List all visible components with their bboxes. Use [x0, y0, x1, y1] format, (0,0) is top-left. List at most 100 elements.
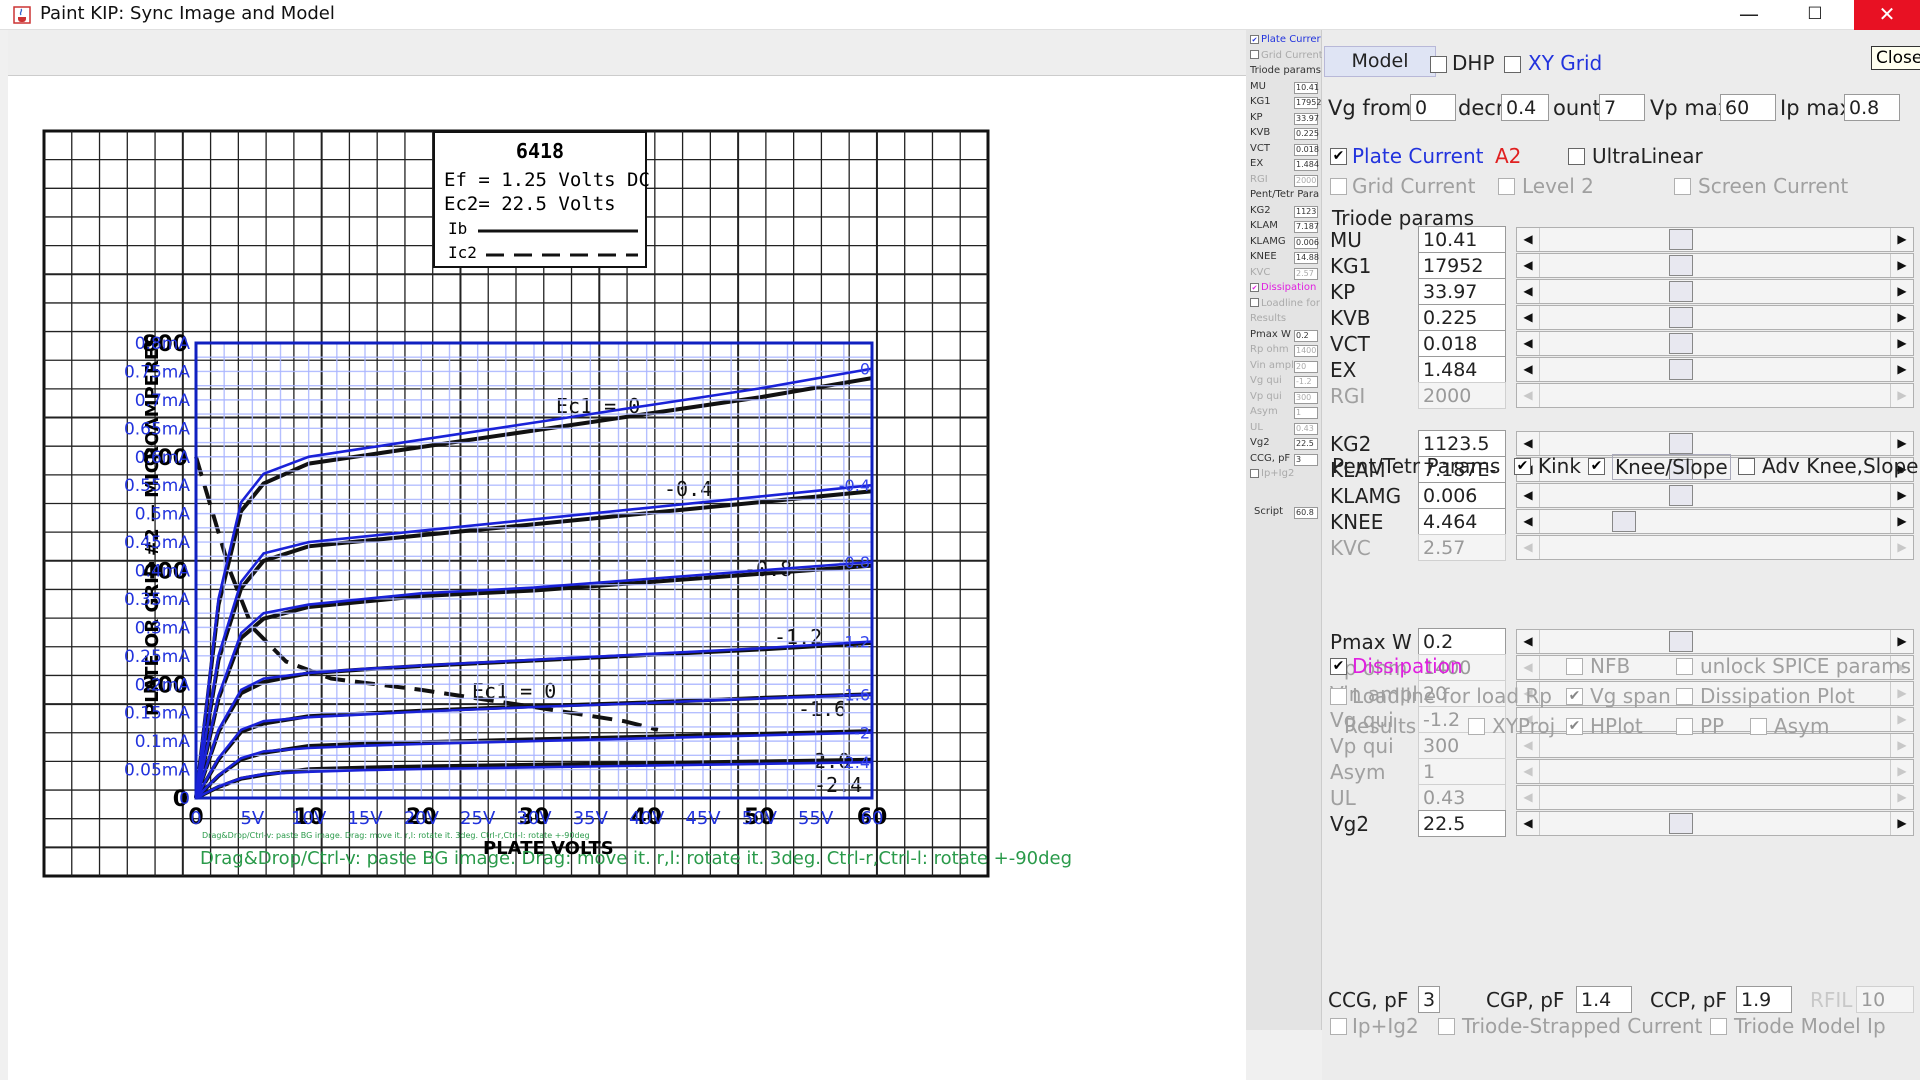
slider-track[interactable]: [1539, 510, 1891, 533]
slider-track[interactable]: [1539, 254, 1891, 277]
mini-checkbox[interactable]: [1250, 298, 1259, 307]
mini-value-box[interactable]: 2.57: [1294, 267, 1318, 280]
right-arrow-icon[interactable]: ▶: [1891, 254, 1913, 277]
left-arrow-icon[interactable]: ◀: [1517, 432, 1539, 455]
slider-thumb[interactable]: [1669, 229, 1693, 250]
slider-thumb[interactable]: [1669, 255, 1693, 276]
mini-value-box[interactable]: 0.225: [1294, 128, 1319, 140]
slider-track[interactable]: [1539, 358, 1891, 381]
param-input-mu[interactable]: 10.41: [1418, 226, 1506, 253]
left-arrow-icon[interactable]: ◀: [1517, 332, 1539, 355]
close-button[interactable]: ✕: [1854, 0, 1920, 30]
hplot-checkbox[interactable]: ✔: [1566, 718, 1583, 735]
slider-track[interactable]: [1539, 812, 1891, 835]
mini-value-box[interactable]: 20: [1294, 360, 1318, 373]
asym-checkbox[interactable]: [1750, 718, 1767, 735]
right-arrow-icon[interactable]: ▶: [1891, 510, 1913, 533]
mini-checkbox[interactable]: ✔: [1250, 34, 1259, 44]
ultralinear-checkbox[interactable]: [1568, 148, 1585, 165]
triode-model-ip-checkbox[interactable]: [1710, 1018, 1727, 1035]
rfil-input[interactable]: 10: [1856, 986, 1914, 1013]
right-arrow-icon[interactable]: ▶: [1891, 358, 1913, 381]
vg-span-checkbox[interactable]: ✔: [1566, 688, 1583, 705]
param-slider-rgi[interactable]: ◀ ▶: [1516, 383, 1914, 408]
slider-track[interactable]: [1539, 484, 1891, 507]
param-input-knee[interactable]: 4.464: [1418, 508, 1506, 535]
slider-thumb[interactable]: [1669, 307, 1693, 328]
param-slider-vct[interactable]: ◀ ▶: [1516, 331, 1914, 356]
slider-track[interactable]: [1539, 536, 1891, 559]
slider-track[interactable]: [1539, 228, 1891, 251]
loadline-checkbox[interactable]: [1330, 688, 1347, 705]
cgp-input[interactable]: 1.4: [1576, 986, 1632, 1013]
param-input-asym[interactable]: 1: [1418, 758, 1506, 785]
param-input-kvb[interactable]: 0.225: [1418, 304, 1506, 331]
mini-value-box[interactable]: 2000: [1294, 174, 1318, 187]
slider-track[interactable]: [1539, 630, 1891, 653]
right-arrow-icon[interactable]: ▶: [1891, 306, 1913, 329]
param-input-pmax-w[interactable]: 0.2: [1418, 628, 1506, 655]
level2-checkbox[interactable]: [1498, 178, 1515, 195]
param-slider-klamg[interactable]: ◀ ▶: [1516, 483, 1914, 508]
mini-value-box[interactable]: 33.97: [1294, 112, 1319, 125]
mini-value-box[interactable]: 0.43: [1294, 422, 1318, 435]
grid-current-checkbox[interactable]: [1330, 178, 1347, 195]
mini-value-box[interactable]: 1: [1294, 407, 1318, 419]
xyproj-checkbox[interactable]: [1468, 718, 1485, 735]
kink-checkbox[interactable]: ✔: [1514, 458, 1531, 475]
left-arrow-icon[interactable]: ◀: [1517, 280, 1539, 303]
param-input-kg1[interactable]: 17952: [1418, 252, 1506, 279]
param-slider-ul[interactable]: ◀ ▶: [1516, 785, 1914, 810]
left-arrow-icon[interactable]: ◀: [1517, 656, 1539, 679]
vp-max-input[interactable]: 60: [1720, 94, 1776, 121]
adv-knee-checkbox[interactable]: [1738, 458, 1755, 475]
slider-track[interactable]: [1539, 432, 1891, 455]
mini-value-box[interactable]: 1400: [1294, 345, 1318, 357]
left-arrow-icon[interactable]: ◀: [1517, 760, 1539, 783]
slider-track[interactable]: [1539, 786, 1891, 809]
ip-max-input[interactable]: 0.8: [1844, 94, 1900, 121]
param-input-kvc[interactable]: 2.57: [1418, 534, 1506, 561]
graph-panel[interactable]: 6418 Ef = 1.25 Volts DC Ec2= 22.5 Volts Ib I…: [8, 30, 1246, 1080]
model-button[interactable]: Model: [1324, 46, 1436, 77]
slider-thumb[interactable]: [1669, 359, 1693, 380]
slider-track[interactable]: [1539, 280, 1891, 303]
param-slider-mu[interactable]: ◀ ▶: [1516, 227, 1914, 252]
left-arrow-icon[interactable]: ◀: [1517, 812, 1539, 835]
left-arrow-icon[interactable]: ◀: [1517, 306, 1539, 329]
mini-value-box[interactable]: 1.484: [1294, 159, 1319, 171]
nfb-checkbox[interactable]: [1566, 658, 1583, 675]
right-arrow-icon[interactable]: ▶: [1891, 682, 1913, 705]
slider-thumb[interactable]: [1612, 511, 1636, 532]
slider-track[interactable]: [1539, 760, 1891, 783]
mini-value-box[interactable]: -1.2: [1294, 376, 1318, 388]
dissipation-checkbox[interactable]: ✔: [1330, 658, 1347, 675]
knee-slope-checkbox[interactable]: ✔: [1588, 458, 1605, 475]
slider-thumb[interactable]: [1669, 333, 1693, 354]
param-input-rgi[interactable]: 2000: [1418, 382, 1506, 409]
mini-row-17[interactable]: Loadline for: [1250, 298, 1320, 309]
ccp-input[interactable]: 1.9: [1736, 986, 1792, 1013]
left-arrow-icon[interactable]: ◀: [1517, 510, 1539, 533]
left-arrow-icon[interactable]: ◀: [1517, 786, 1539, 809]
triode-strapped-checkbox[interactable]: [1438, 1018, 1455, 1035]
left-arrow-icon[interactable]: ◀: [1517, 384, 1539, 407]
right-arrow-icon[interactable]: ▶: [1891, 536, 1913, 559]
mini-value-box[interactable]: 14.88: [1294, 252, 1319, 264]
unlock-spice-checkbox[interactable]: [1676, 658, 1693, 675]
slider-thumb[interactable]: [1669, 485, 1693, 506]
maximize-button[interactable]: ☐: [1782, 0, 1848, 30]
right-arrow-icon[interactable]: ▶: [1891, 332, 1913, 355]
mini-checkbox[interactable]: ✔: [1250, 282, 1259, 292]
vg-from-input[interactable]: 0: [1410, 94, 1456, 121]
param-slider-kvb[interactable]: ◀ ▶: [1516, 305, 1914, 330]
plate-current-checkbox[interactable]: ✔: [1330, 148, 1347, 165]
slider-track[interactable]: [1539, 306, 1891, 329]
mini-row-16[interactable]: ✔ Dissipation: [1250, 282, 1316, 293]
graph-canvas[interactable]: 6418 Ef = 1.25 Volts DCEc2= 22.5 Volts Ib I…: [8, 76, 1246, 1076]
dhp-checkbox[interactable]: [1430, 56, 1447, 73]
left-arrow-icon[interactable]: ◀: [1517, 228, 1539, 251]
param-slider-vg2[interactable]: ◀ ▶: [1516, 811, 1914, 836]
right-arrow-icon[interactable]: ▶: [1891, 812, 1913, 835]
ccg-input[interactable]: 3: [1418, 986, 1441, 1013]
